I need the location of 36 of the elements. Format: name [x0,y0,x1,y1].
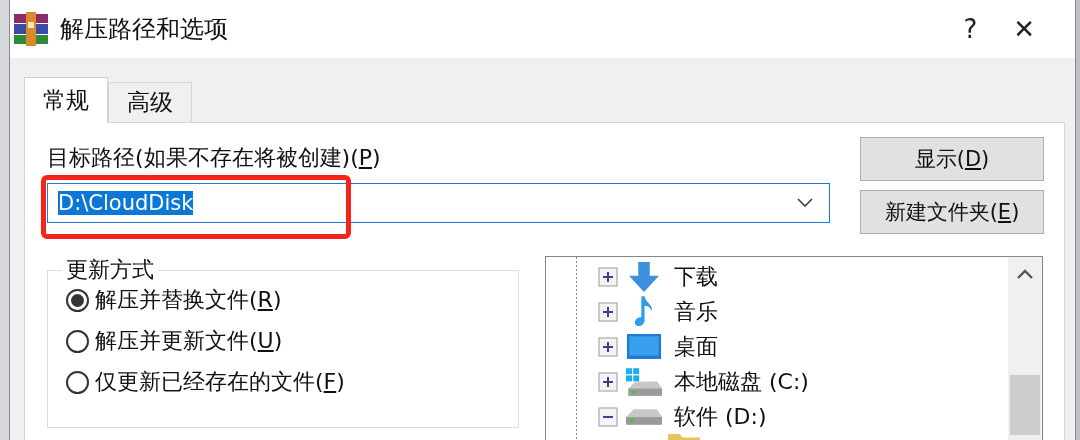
tab[interactable]: 常规 [24,77,108,123]
music-note-icon [635,296,653,327]
tree-item[interactable]: 下载 [674,261,718,292]
radio-button[interactable] [66,288,89,312]
help-button[interactable]: ? [945,9,996,49]
scrollbar[interactable] [1008,257,1042,440]
push-button[interactable]: 新建文件夹(E) [860,190,1044,234]
radio-option[interactable]: 解压并替换文件(R) [66,285,518,315]
expand-icon[interactable] [598,336,618,357]
scroll-up-icon[interactable] [1017,269,1033,279]
expand-icon[interactable] [598,266,618,287]
tree-item[interactable]: 音乐 [674,296,718,327]
monitor-icon [627,334,661,359]
collapse-icon[interactable] [598,406,618,427]
dropdown-chevron-icon [797,198,813,208]
tree-item[interactable]: 本地磁盘 (C:) [674,366,809,397]
push-button[interactable]: 显示(D) [860,137,1044,181]
scroll-thumb[interactable] [1010,375,1040,435]
path-label: 目标路径(如果不存在将被创建)(P) [47,144,381,172]
expand-icon[interactable] [598,371,618,392]
expand-icon[interactable] [598,301,618,322]
archive-books-icon [14,12,48,46]
radio-button[interactable] [66,370,89,394]
tree-item[interactable]: 软件 (D:) [674,401,767,432]
radio-button[interactable] [66,329,89,353]
tab[interactable]: 高级 [108,82,192,122]
drive-icon [626,408,662,425]
radio-option[interactable]: 解压并更新文件(U) [66,326,518,356]
down-arrow-icon [629,261,659,292]
radio-option[interactable]: 仅更新已经存在的文件(F) [66,367,518,397]
path-combo-field[interactable]: D:\CloudDisk [47,183,830,223]
tree-item[interactable]: 桌面 [674,331,718,362]
drive-icon [626,367,662,396]
window-title: 解压路径和选项 [60,14,228,45]
close-button[interactable]: ✕ [995,9,1053,49]
folder-icon [668,434,700,440]
